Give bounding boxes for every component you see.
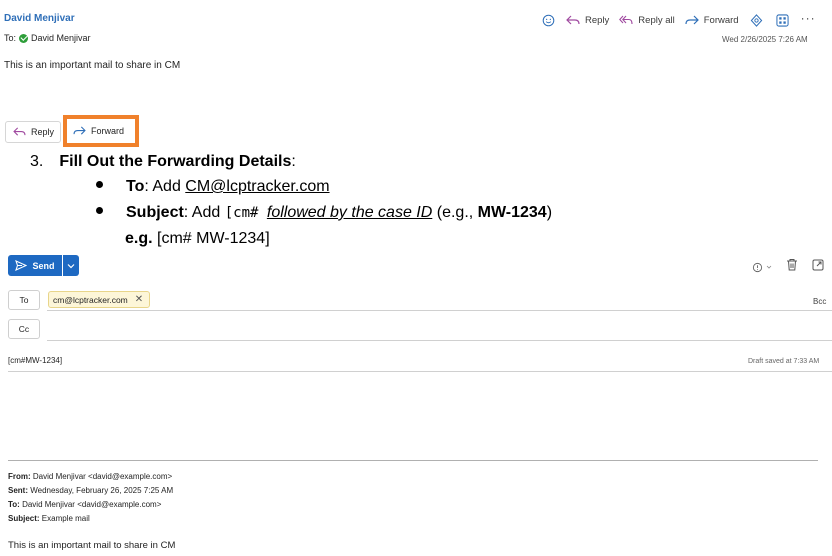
step-colon: : — [291, 153, 296, 170]
quoted-to-value: David Menjivar <david@example.com> — [19, 500, 162, 509]
quoted-from: From: David Menjivar <david@example.com> — [8, 472, 172, 481]
reply-all-button[interactable]: Reply all — [619, 14, 675, 26]
instruction-to: To : Add CM@lcptracker.com — [96, 178, 330, 196]
apps-grid-icon[interactable] — [775, 12, 791, 28]
forward-label: Forward — [703, 14, 739, 26]
inline-reply-label: Reply — [31, 127, 55, 137]
send-options-dropdown[interactable] — [63, 255, 79, 276]
step-heading: Fill Out the Forwarding Details: — [59, 153, 295, 171]
forward-arrow-icon — [685, 15, 699, 24]
compose-toolbar — [752, 258, 824, 276]
quoted-to-label: To: — [8, 500, 20, 509]
quoted-body: This is an important mail to share in CM — [8, 540, 176, 551]
step-title: Fill Out the Forwarding Details — [59, 153, 292, 170]
recipient-chip-address: cm@lcptracker.com — [53, 294, 128, 305]
subject-field-label: Subject — [126, 204, 184, 221]
inline-forward-button[interactable]: Forward — [68, 120, 134, 142]
popout-icon[interactable] — [812, 258, 824, 276]
chevron-down-icon — [766, 265, 772, 269]
quoted-from-label: From: — [8, 472, 31, 481]
quoted-subject-label: Subject: — [8, 514, 40, 523]
to-address-link[interactable]: CM@lcptracker.com — [185, 178, 329, 196]
subject-example: MW-1234 — [477, 204, 547, 221]
message-date: Wed 2/26/2025 7:26 AM — [722, 35, 808, 44]
to-field-text: : Add — [144, 178, 186, 195]
bullet-icon — [96, 181, 103, 188]
instruction-subject: Subject : Add [cm# followed by the case … — [96, 204, 552, 222]
recipient-chip[interactable]: cm@lcptracker.com ✕ — [48, 291, 151, 308]
bcc-button[interactable]: Bcc — [813, 297, 826, 306]
subject-eg: (e.g., — [432, 204, 478, 221]
quoted-sent: Sent: Wednesday, February 26, 2025 7:25 … — [8, 486, 173, 495]
reply-arrow-icon — [13, 127, 26, 136]
presence-available-icon — [19, 33, 29, 43]
send-button-group: Send — [8, 255, 79, 276]
subject-code: [cm# — [224, 205, 267, 221]
send-label: Send — [32, 260, 55, 271]
to-label: To: — [4, 33, 17, 43]
cc-field-button[interactable]: Cc — [8, 319, 40, 339]
instruction-step: 3. Fill Out the Forwarding Details: — [30, 153, 296, 171]
inline-forward-label: Forward — [91, 126, 125, 136]
reply-all-label: Reply all — [638, 14, 675, 26]
step-number: 3. — [30, 153, 44, 170]
subject-close: ) — [546, 204, 553, 221]
quoted-sent-value: Wednesday, February 26, 2025 7:25 AM — [28, 486, 174, 495]
close-icon[interactable]: ✕ — [135, 294, 143, 305]
eg-value: [cm# MW-1234] — [152, 230, 270, 247]
cc-field-divider — [47, 340, 832, 341]
more-icon[interactable]: ··· — [801, 11, 816, 25]
smiley-icon[interactable] — [540, 12, 556, 28]
to-field-label: To — [126, 178, 145, 195]
subject-field-text: : Add — [183, 204, 225, 221]
quoted-divider — [8, 460, 818, 461]
copilot-icon[interactable] — [749, 12, 765, 28]
draft-status: Draft saved at 7:33 AM — [748, 358, 820, 365]
message-body: This is an important mail to share in CM — [4, 60, 181, 71]
trash-icon[interactable] — [786, 258, 798, 276]
quoted-subject-value: Example mail — [39, 514, 90, 523]
recipient-line: To: David Menjivar — [4, 33, 91, 43]
send-icon — [15, 260, 28, 271]
to-field-divider — [47, 310, 832, 311]
quoted-sent-label: Sent: — [8, 486, 28, 495]
recipient-name[interactable]: David Menjivar — [31, 33, 91, 43]
send-button[interactable]: Send — [8, 255, 62, 276]
sender-name[interactable]: David Menjivar — [4, 13, 75, 24]
subject-italic: followed by the case ID — [266, 204, 433, 221]
reply-arrow-icon — [566, 15, 580, 24]
subject-input[interactable]: [cm#MW-1234] — [8, 356, 62, 365]
reply-label: Reply — [585, 14, 610, 26]
quoted-from-value: David Menjivar <david@example.com> — [30, 472, 173, 481]
message-actions-toolbar: Reply Reply all Forward ··· — [540, 11, 816, 28]
eg-label: e.g. — [125, 230, 153, 247]
chevron-down-icon — [67, 263, 75, 268]
forward-arrow-icon — [73, 126, 86, 135]
instruction-example: e.g. [cm# MW-1234] — [125, 230, 270, 248]
to-field-button[interactable]: To — [8, 290, 40, 310]
quoted-to: To: David Menjivar <david@example.com> — [8, 500, 161, 509]
reply-all-arrow-icon — [619, 15, 633, 24]
shield-icon[interactable] — [752, 262, 772, 273]
subject-divider — [8, 371, 832, 372]
bullet-icon — [96, 207, 103, 214]
inline-reply-button[interactable]: Reply — [5, 121, 61, 143]
reply-button[interactable]: Reply — [566, 15, 609, 26]
forward-button[interactable]: Forward — [685, 15, 739, 26]
quoted-subject: Subject: Example mail — [8, 514, 90, 523]
